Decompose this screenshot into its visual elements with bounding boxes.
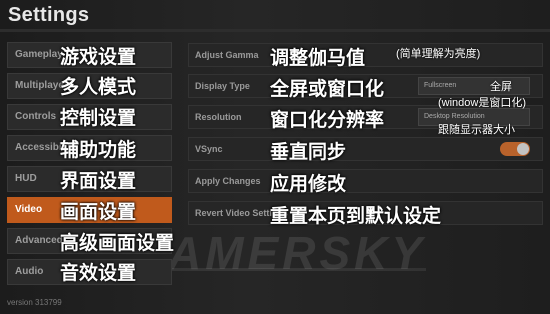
title-divider [0,29,550,32]
resolution-note: 跟随显示器大小 [438,124,515,136]
settings-screen: Settings AMERSKY Gameplay Multiplayer Co… [0,0,550,314]
watermark: AMERSKY [168,227,427,279]
category-annotation: 画面设置 [60,202,137,223]
category-annotation: 界面设置 [60,171,137,192]
category-label: Advanced [15,235,63,246]
category-annotation: 高级画面设置 [60,233,175,254]
setting-annotation: 调整伽马值 [270,48,366,69]
toggle-knob [517,143,529,155]
watermark-underline [166,268,426,271]
category-label: HUD [15,173,37,184]
display-type-note-2: (window是窗口化) [438,97,527,109]
setting-label: VSync [195,144,223,154]
display-type-value: Fullscreen [424,82,457,89]
category-annotation: 多人模式 [60,77,137,98]
category-annotation: 控制设置 [60,108,137,129]
setting-annotation: 应用修改 [270,174,347,195]
setting-annotation: 重置本页到默认设定 [270,206,442,227]
category-annotation: 游戏设置 [60,47,137,68]
category-annotation: 辅助功能 [60,140,137,161]
setting-vsync[interactable]: VSync [188,137,543,161]
resolution-value: Desktop Resolution [424,113,485,120]
setting-annotation: 垂直同步 [270,142,347,163]
category-annotation: 音效设置 [60,263,137,284]
setting-adjust-gamma[interactable]: Adjust Gamma [188,43,543,67]
setting-label: Resolution [195,112,242,122]
gamma-note: (简单理解为亮度) [396,48,481,60]
category-label: Gameplay [15,49,63,60]
version-label: version 313799 [7,298,62,307]
setting-label: Apply Changes [195,176,261,186]
category-label: Controls [15,111,57,122]
setting-annotation: 窗口化分辨率 [270,110,385,131]
vsync-toggle[interactable] [500,142,530,156]
setting-annotation: 全屏或窗口化 [270,79,385,100]
page-title: Settings [8,4,90,26]
setting-label: Display Type [195,81,250,91]
setting-label: Adjust Gamma [195,50,259,60]
category-label: Audio [15,266,44,277]
display-type-note: 全屏 [490,81,512,93]
category-label: Video [15,204,43,215]
display-type-dropdown[interactable]: Fullscreen [418,77,530,95]
apply-changes-button[interactable]: Apply Changes [188,169,543,193]
